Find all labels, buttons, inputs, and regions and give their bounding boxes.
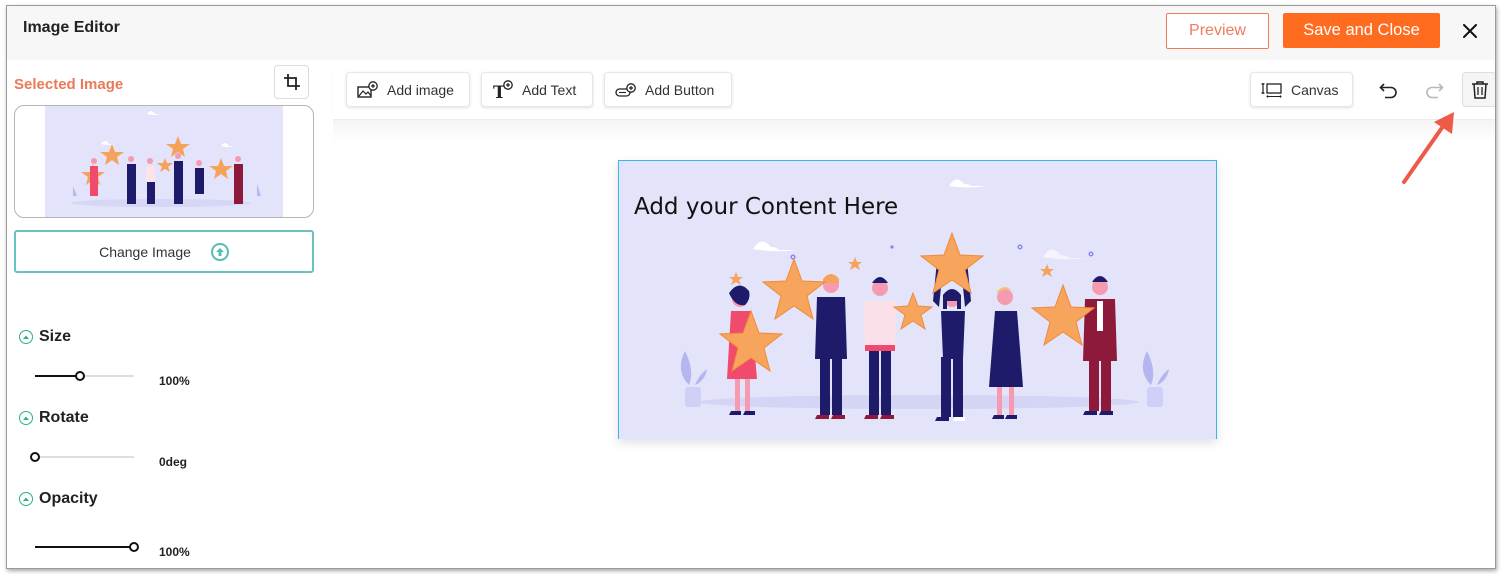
slider-fill	[35, 545, 134, 548]
upload-arrow-icon	[210, 242, 229, 261]
slider-fill	[35, 374, 80, 377]
rotate-slider[interactable]	[30, 450, 134, 464]
redo-button[interactable]	[1418, 74, 1450, 106]
selected-image-thumbnail[interactable]	[14, 105, 314, 218]
sidebar: Selected Image Change Image Size 100% Ro…	[7, 60, 333, 568]
slider-thumb[interactable]	[30, 452, 40, 462]
thumbnail-illustration	[71, 111, 261, 207]
opacity-slider[interactable]	[35, 540, 139, 554]
add-image-icon	[357, 80, 378, 98]
add-text-label: Add Text	[522, 81, 577, 98]
canvas-illustration[interactable]	[619, 161, 1217, 439]
add-button-button[interactable]: Add Button	[604, 72, 732, 107]
size-slider[interactable]	[35, 369, 134, 383]
add-button-label: Add Button	[645, 81, 715, 98]
image-editor-window: Image Editor Preview Save and Close Sele…	[6, 5, 1496, 569]
crop-icon	[283, 74, 300, 90]
size-label: Size	[39, 328, 72, 345]
change-image-button[interactable]: Change Image	[14, 230, 314, 273]
undo-icon	[1379, 83, 1397, 99]
rotate-value: 0deg	[159, 455, 188, 469]
slider-thumb[interactable]	[74, 371, 85, 381]
slider-track	[35, 456, 134, 458]
title-bar: Image Editor Preview Save and Close	[7, 6, 1495, 60]
undo-button[interactable]	[1373, 74, 1405, 106]
close-button[interactable]	[1457, 18, 1483, 44]
add-image-button[interactable]: Add image	[346, 72, 470, 107]
trash-icon	[1471, 80, 1488, 99]
size-value: 100%	[159, 374, 190, 388]
rotate-section-toggle[interactable]: Rotate	[19, 409, 89, 427]
close-icon	[1463, 24, 1477, 38]
selected-image-label: Selected Image	[14, 76, 124, 93]
crop-button[interactable]	[274, 65, 309, 99]
collapse-icon	[19, 411, 33, 425]
opacity-label: Opacity	[39, 490, 98, 507]
change-image-label: Change Image	[99, 243, 191, 260]
opacity-value: 100%	[159, 545, 190, 559]
size-section-toggle[interactable]: Size	[19, 328, 71, 346]
collapse-icon	[19, 492, 33, 506]
add-button-icon	[615, 82, 636, 97]
add-text-button[interactable]: T Add Text	[481, 72, 593, 107]
opacity-section-toggle[interactable]: Opacity	[19, 490, 98, 508]
delete-button[interactable]	[1462, 72, 1495, 107]
preview-button[interactable]: Preview	[1166, 13, 1269, 49]
editor-main: Add image T Add Text Add Button Canvas A…	[333, 60, 1495, 568]
slider-thumb[interactable]	[129, 542, 139, 552]
save-and-close-button[interactable]: Save and Close	[1283, 13, 1440, 48]
collapse-icon	[19, 330, 33, 344]
app-title: Image Editor	[23, 19, 120, 36]
canvas-settings-button[interactable]: Canvas	[1250, 72, 1353, 107]
rotate-label: Rotate	[39, 409, 89, 426]
design-canvas[interactable]: Add your Content Here	[618, 160, 1217, 439]
thumbnail-image	[45, 106, 283, 217]
canvas-icon	[1261, 82, 1282, 98]
editor-toolbar: Add image T Add Text Add Button Canvas	[333, 60, 1495, 120]
redo-icon	[1426, 83, 1444, 99]
add-image-label: Add image	[387, 81, 454, 98]
canvas-workspace: Add your Content Here	[333, 120, 1495, 568]
add-text-icon: T	[493, 79, 513, 100]
canvas-label: Canvas	[1291, 81, 1339, 98]
